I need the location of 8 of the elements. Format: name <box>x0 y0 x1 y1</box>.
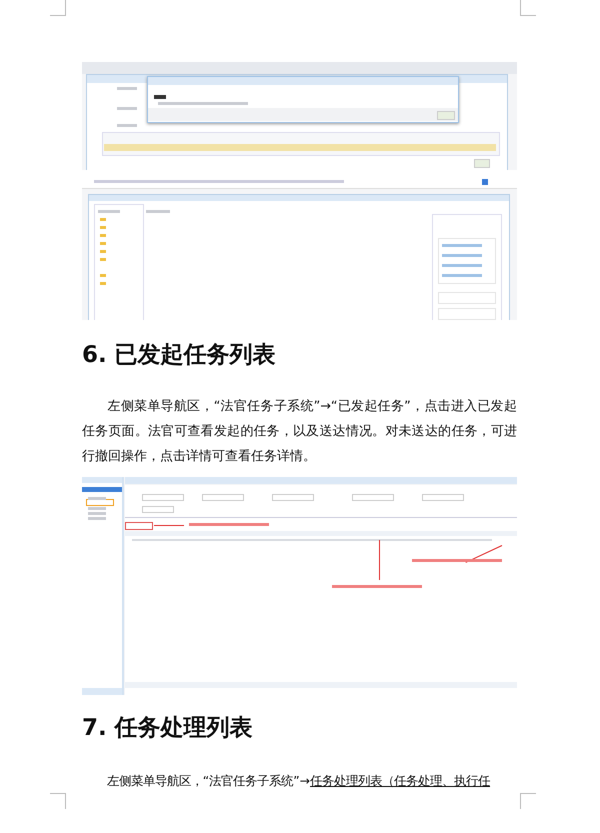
crop-mark <box>50 793 66 809</box>
section-heading: 6. 已发起任务列表 <box>82 342 277 370</box>
crop-mark <box>520 0 536 16</box>
body-paragraph: 左侧菜单导航区，“法官任务子系统”→任务处理列表（任务处理、执行任 <box>106 772 492 790</box>
crop-mark <box>520 793 536 809</box>
crop-mark <box>50 0 66 16</box>
section-heading: 7. 任务处理列表 <box>82 714 254 742</box>
body-paragraph: 左侧菜单导航区，“法官任务子系统”→“已发起任务”，点击进入已发起任务页面。法官可查看发起的任务，以及送达情况。对未送达的任务，可进行撤回操作，点击详情可查看任务详情。 <box>82 398 517 466</box>
